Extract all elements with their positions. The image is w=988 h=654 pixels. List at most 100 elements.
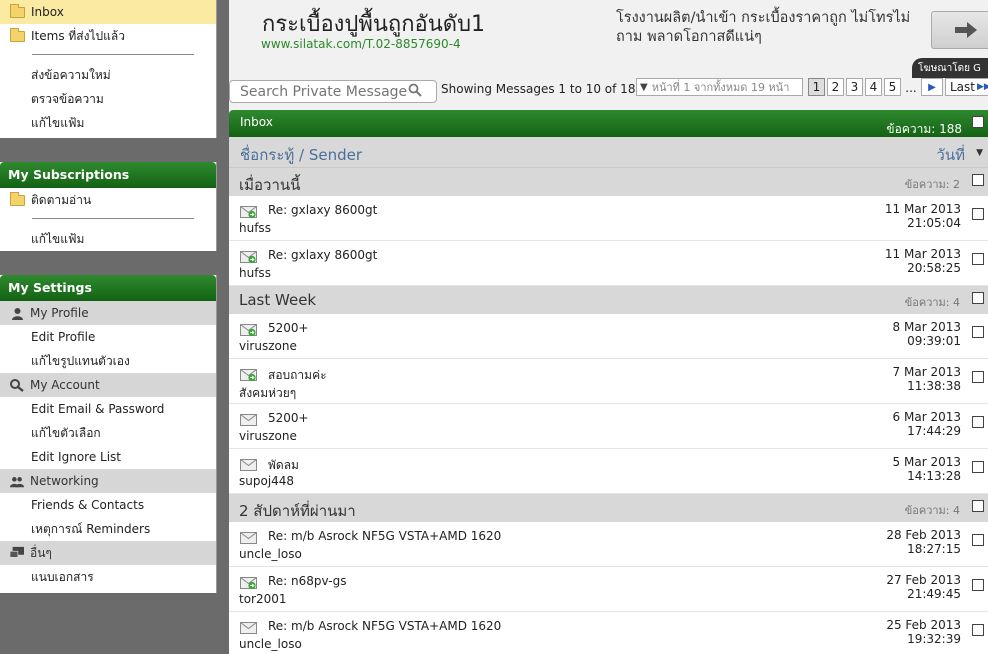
message-select-checkbox[interactable] <box>972 208 984 220</box>
message-date-time: 09:39:01 <box>907 334 961 348</box>
edit-email-password-link[interactable]: Edit Email & Password <box>0 397 216 421</box>
check-messages-link[interactable]: ตรวจข้อความ <box>0 87 216 111</box>
message-sender[interactable]: viruszone <box>239 429 297 443</box>
message-subject[interactable]: พัดลม <box>268 456 299 475</box>
message-group-header: 2 สัปดาห์ที่ผ่านมา ข้อความ: 4 <box>229 494 988 522</box>
edit-profile-link[interactable]: Edit Profile <box>0 325 216 349</box>
message-subject[interactable]: Re: gxlaxy 8600gt <box>268 203 377 217</box>
folder-sent-items[interactable]: Items ที่ส่งไปแล้ว <box>0 24 216 48</box>
folder-subscribed[interactable]: ติดตามอ่าน <box>0 188 216 212</box>
inbox-title: Inbox <box>240 115 273 129</box>
message-subject[interactable]: 5200+ <box>268 321 309 335</box>
message-select-checkbox[interactable] <box>972 326 984 338</box>
envelope-replied-icon <box>240 251 257 263</box>
message-date-time: 18:27:15 <box>907 542 961 556</box>
edit-options-link[interactable]: แก้ไขตัวเลือก <box>0 421 216 445</box>
group-label: Last Week <box>239 291 317 309</box>
message-date: 8 Mar 2013 09:39:01 <box>893 320 961 348</box>
message-subject[interactable]: 5200+ <box>268 411 309 425</box>
friends-contacts-link[interactable]: Friends & Contacts <box>0 493 216 517</box>
message-row[interactable]: 5200+ viruszone 8 Mar 2013 09:39:01 <box>229 314 988 359</box>
message-row[interactable]: Re: m/b Asrock NF5G VSTA+AMD 1620 uncle_l… <box>229 522 988 567</box>
inbox-header: Inbox ข้อความ: 188 <box>229 110 988 137</box>
edit-avatar-link[interactable]: แก้ไขรูปแทนตัวเอง <box>0 349 216 373</box>
ad-title[interactable]: กระเบื้องปูพื้นถูกอันดับ1 <box>262 6 485 41</box>
edit-ignore-list-link[interactable]: Edit Ignore List <box>0 445 216 469</box>
send-new-message-link[interactable]: ส่งข้อความใหม่ <box>0 63 216 87</box>
message-sender[interactable]: tor2001 <box>239 592 287 606</box>
chevron-down-icon: ▼ <box>640 81 648 93</box>
next-page-button[interactable]: ▶ <box>921 78 943 96</box>
message-select-checkbox[interactable] <box>972 416 984 428</box>
message-select-checkbox[interactable] <box>972 253 984 265</box>
page-3-button[interactable]: 3 <box>846 78 863 96</box>
message-date-day: 8 Mar 2013 <box>892 320 961 334</box>
select-all-checkbox[interactable] <box>972 116 984 128</box>
message-row[interactable]: Re: n68pv-gs tor2001 27 Feb 2013 21:49:45 <box>229 567 988 612</box>
ad-description: โรงงานผลิต/นำเข้า กระเบื้องราคาถูก ไม่โท… <box>616 10 911 45</box>
attachments-link[interactable]: แนบเอกสาร <box>0 565 216 589</box>
message-subject[interactable]: Re: m/b Asrock NF5G VSTA+AMD 1620 <box>268 619 501 633</box>
section-label: Networking <box>30 474 99 488</box>
message-date: 5 Mar 2013 14:13:28 <box>893 455 961 483</box>
message-select-checkbox[interactable] <box>972 624 984 636</box>
message-date: 6 Mar 2013 17:44:29 <box>893 410 961 438</box>
edit-folders-link[interactable]: แก้ไขแฟ้ม <box>0 111 216 135</box>
message-select-checkbox[interactable] <box>972 371 984 383</box>
message-select-checkbox[interactable] <box>972 461 984 473</box>
sort-by-date-link[interactable]: วันที่ <box>936 143 965 167</box>
edit-subscription-folders-link[interactable]: แก้ไขแฟ้ม <box>0 227 216 251</box>
group-label: เมื่อวานนี้ <box>239 176 301 194</box>
folder-inbox[interactable]: Inbox <box>0 0 216 24</box>
message-subject[interactable]: Re: gxlaxy 8600gt <box>268 248 377 262</box>
message-sender[interactable]: viruszone <box>239 339 297 353</box>
message-row[interactable]: Re: gxlaxy 8600gt hufss 11 Mar 2013 21:05:0… <box>229 196 988 241</box>
play-right-icon: ▶ <box>928 81 936 93</box>
message-row[interactable]: Re: gxlaxy 8600gt hufss 11 Mar 2013 20:58:2… <box>229 241 988 286</box>
message-subject[interactable]: Re: n68pv-gs <box>268 574 347 588</box>
page-select[interactable]: ▼ หน้าที่ 1 จากทั้งหมด 19 หน้า <box>636 78 803 96</box>
page-1-button[interactable]: 1 <box>808 78 825 96</box>
message-sender[interactable]: supoj448 <box>239 474 294 488</box>
last-page-button[interactable]: Last ▶▶ <box>945 78 988 96</box>
envelope-replied-icon <box>240 206 257 218</box>
message-sender[interactable]: hufss <box>239 221 271 235</box>
page-4-button[interactable]: 4 <box>865 78 882 96</box>
message-sender[interactable]: uncle_loso <box>239 637 302 651</box>
message-sender[interactable]: hufss <box>239 266 271 280</box>
message-date-time: 21:05:04 <box>907 216 961 230</box>
section-label: My Profile <box>30 306 89 320</box>
message-subject[interactable]: สอบถามค่ะ <box>268 366 327 385</box>
group-select-checkbox[interactable] <box>972 292 984 304</box>
section-label: My Account <box>30 378 100 392</box>
sort-by-title-link[interactable]: ชื่อกระทู้ / Sender <box>240 143 362 167</box>
envelope-replied-icon <box>240 324 257 336</box>
sort-descending-icon[interactable]: ▼ <box>976 148 983 158</box>
page-5-button[interactable]: 5 <box>884 78 901 96</box>
message-date-time: 11:38:38 <box>907 379 961 393</box>
message-sender[interactable]: สังคมห่วยๆ <box>239 384 296 403</box>
envelope-replied-icon <box>240 577 257 589</box>
message-select-checkbox[interactable] <box>972 579 984 591</box>
group-select-checkbox[interactable] <box>972 500 984 512</box>
folder-icon <box>10 191 25 206</box>
message-select-checkbox[interactable] <box>972 534 984 546</box>
message-date: 27 Feb 2013 21:49:45 <box>886 573 961 601</box>
search-icon[interactable] <box>408 83 422 101</box>
message-row[interactable]: พัดลม supoj448 5 Mar 2013 14:13:28 <box>229 449 988 494</box>
message-date-time: 14:13:28 <box>907 469 961 483</box>
message-subject[interactable]: Re: m/b Asrock NF5G VSTA+AMD 1620 <box>268 529 501 543</box>
message-date: 11 Mar 2013 21:05:04 <box>885 202 961 230</box>
message-sender[interactable]: uncle_loso <box>239 547 302 561</box>
reminders-link[interactable]: เหตุการณ์ Reminders <box>0 517 216 541</box>
message-row[interactable]: สอบถามค่ะ สังคมห่วยๆ 7 Mar 2013 11:38:38 <box>229 359 988 404</box>
message-group-header: Last Week ข้อความ: 4 <box>229 286 988 314</box>
message-row[interactable]: 5200+ viruszone 6 Mar 2013 17:44:29 <box>229 404 988 449</box>
page-2-button[interactable]: 2 <box>827 78 844 96</box>
group-select-checkbox[interactable] <box>972 174 984 186</box>
search-input[interactable] <box>240 83 408 100</box>
ad-arrow-button[interactable] <box>931 11 988 49</box>
message-row[interactable]: Re: m/b Asrock NF5G VSTA+AMD 1620 uncle_l… <box>229 612 988 654</box>
envelope-icon <box>240 414 257 426</box>
ad-url[interactable]: www.silatak.com/T.02-8857690-4 <box>261 37 461 51</box>
